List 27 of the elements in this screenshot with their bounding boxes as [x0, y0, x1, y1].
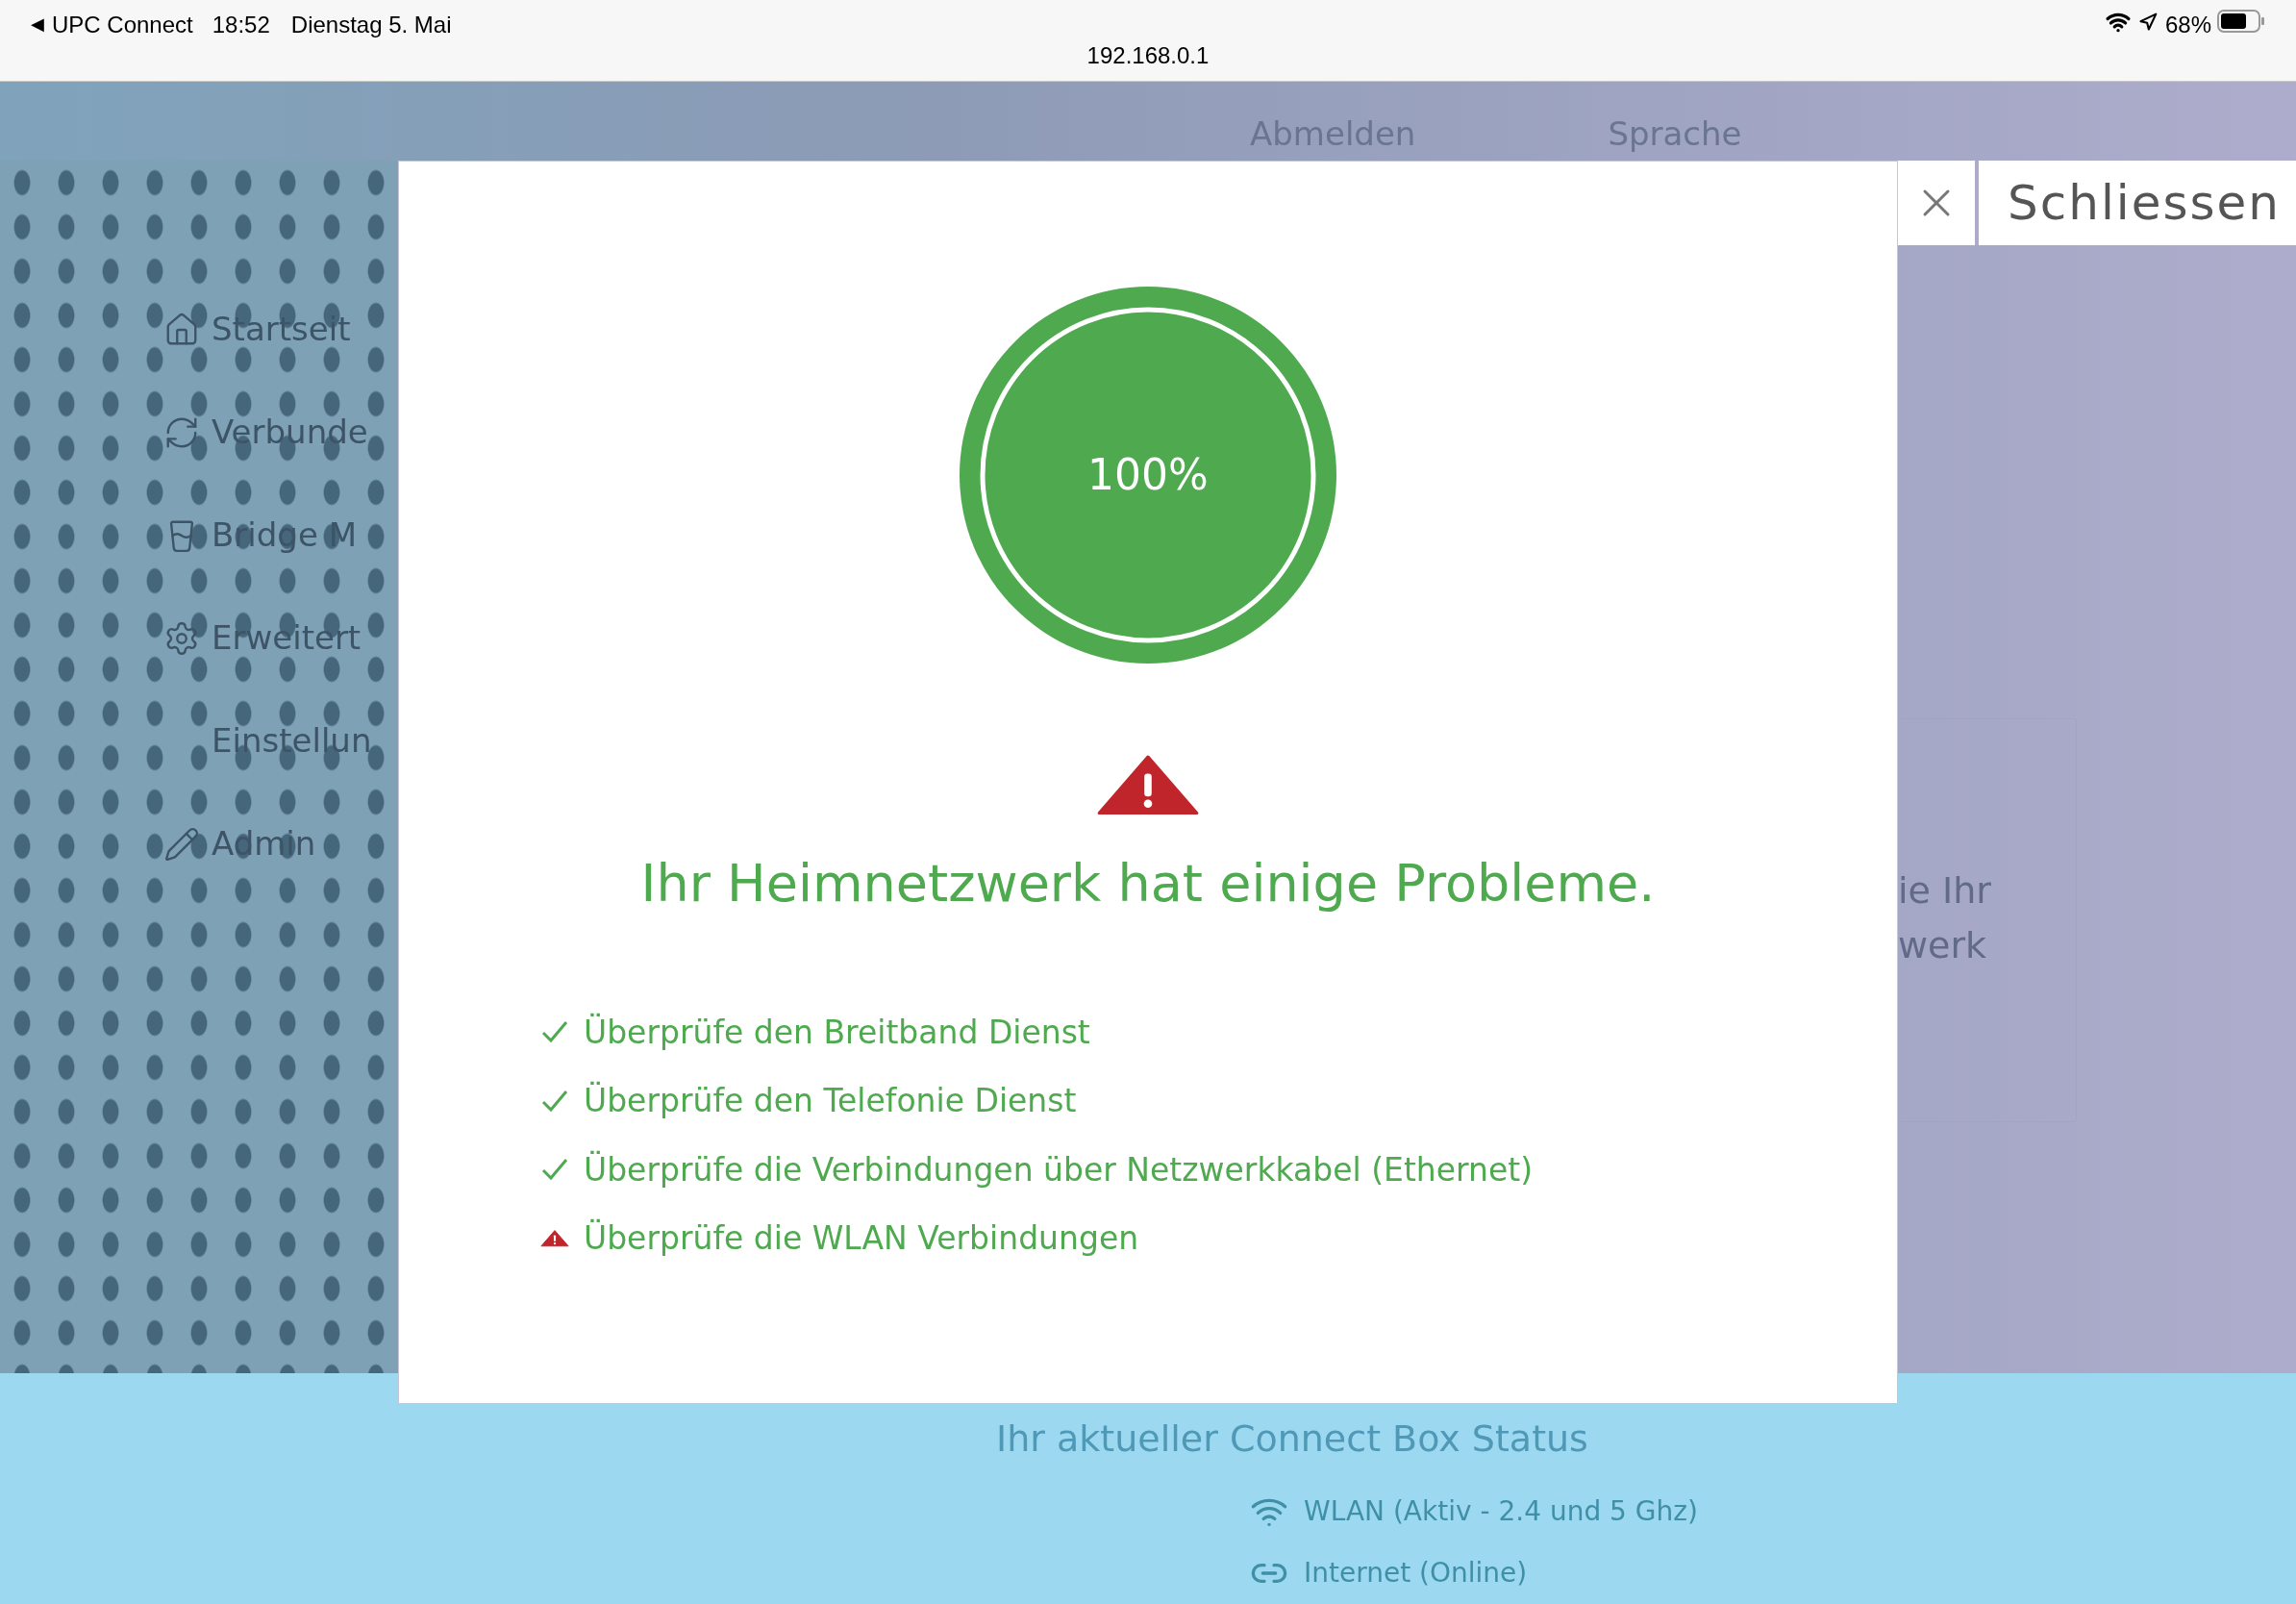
check-item: Überprüfe den Breitband Dienst: [584, 1012, 1090, 1053]
battery-icon: [2217, 10, 2265, 33]
status-panel-title: Ihr aktueller Connect Box Status: [996, 1416, 1588, 1462]
back-arrow[interactable]: ◀: [31, 12, 44, 38]
check-item: Überprüfe den Telefonie Dienst: [584, 1080, 1077, 1122]
pencil-icon: [163, 825, 200, 863]
back-app-link[interactable]: UPC Connect: [52, 8, 193, 42]
check-icon: [541, 1158, 568, 1182]
check-icon: [541, 1089, 568, 1113]
check-item: Überprüfe die WLAN Verbindungen: [584, 1217, 1139, 1260]
info-card-text: werk: [1898, 923, 1988, 968]
dialog-heading: Ihr Heimnetzwerk hat einige Probleme.: [640, 851, 1656, 915]
progress-percent: 100%: [1087, 449, 1209, 501]
warning-icon: [540, 1230, 569, 1247]
status-date: Dienstag 5. Mai: [290, 11, 452, 39]
check-icon: [541, 1020, 568, 1044]
status-item: WLAN (Aktiv - 2.4 und 5 Ghz): [1304, 1494, 1698, 1529]
close-button[interactable]: [1898, 161, 1979, 245]
battery-percent: 68%: [2164, 11, 2211, 39]
status-item: Internet (Online): [1304, 1556, 1528, 1591]
check-item: Überprüfe die Verbindungen über Netzwerkkabel (Ethernet): [584, 1149, 1534, 1190]
close-label-button[interactable]: Schliessen: [1979, 161, 2296, 245]
url-text[interactable]: 192.168.0.1: [1086, 38, 1210, 73]
info-card-text: ie Ihr: [1898, 868, 1992, 914]
location-arrow-icon: [2137, 13, 2158, 32]
warning-icon: [1096, 755, 1200, 815]
status-time: 18:52: [212, 11, 270, 39]
